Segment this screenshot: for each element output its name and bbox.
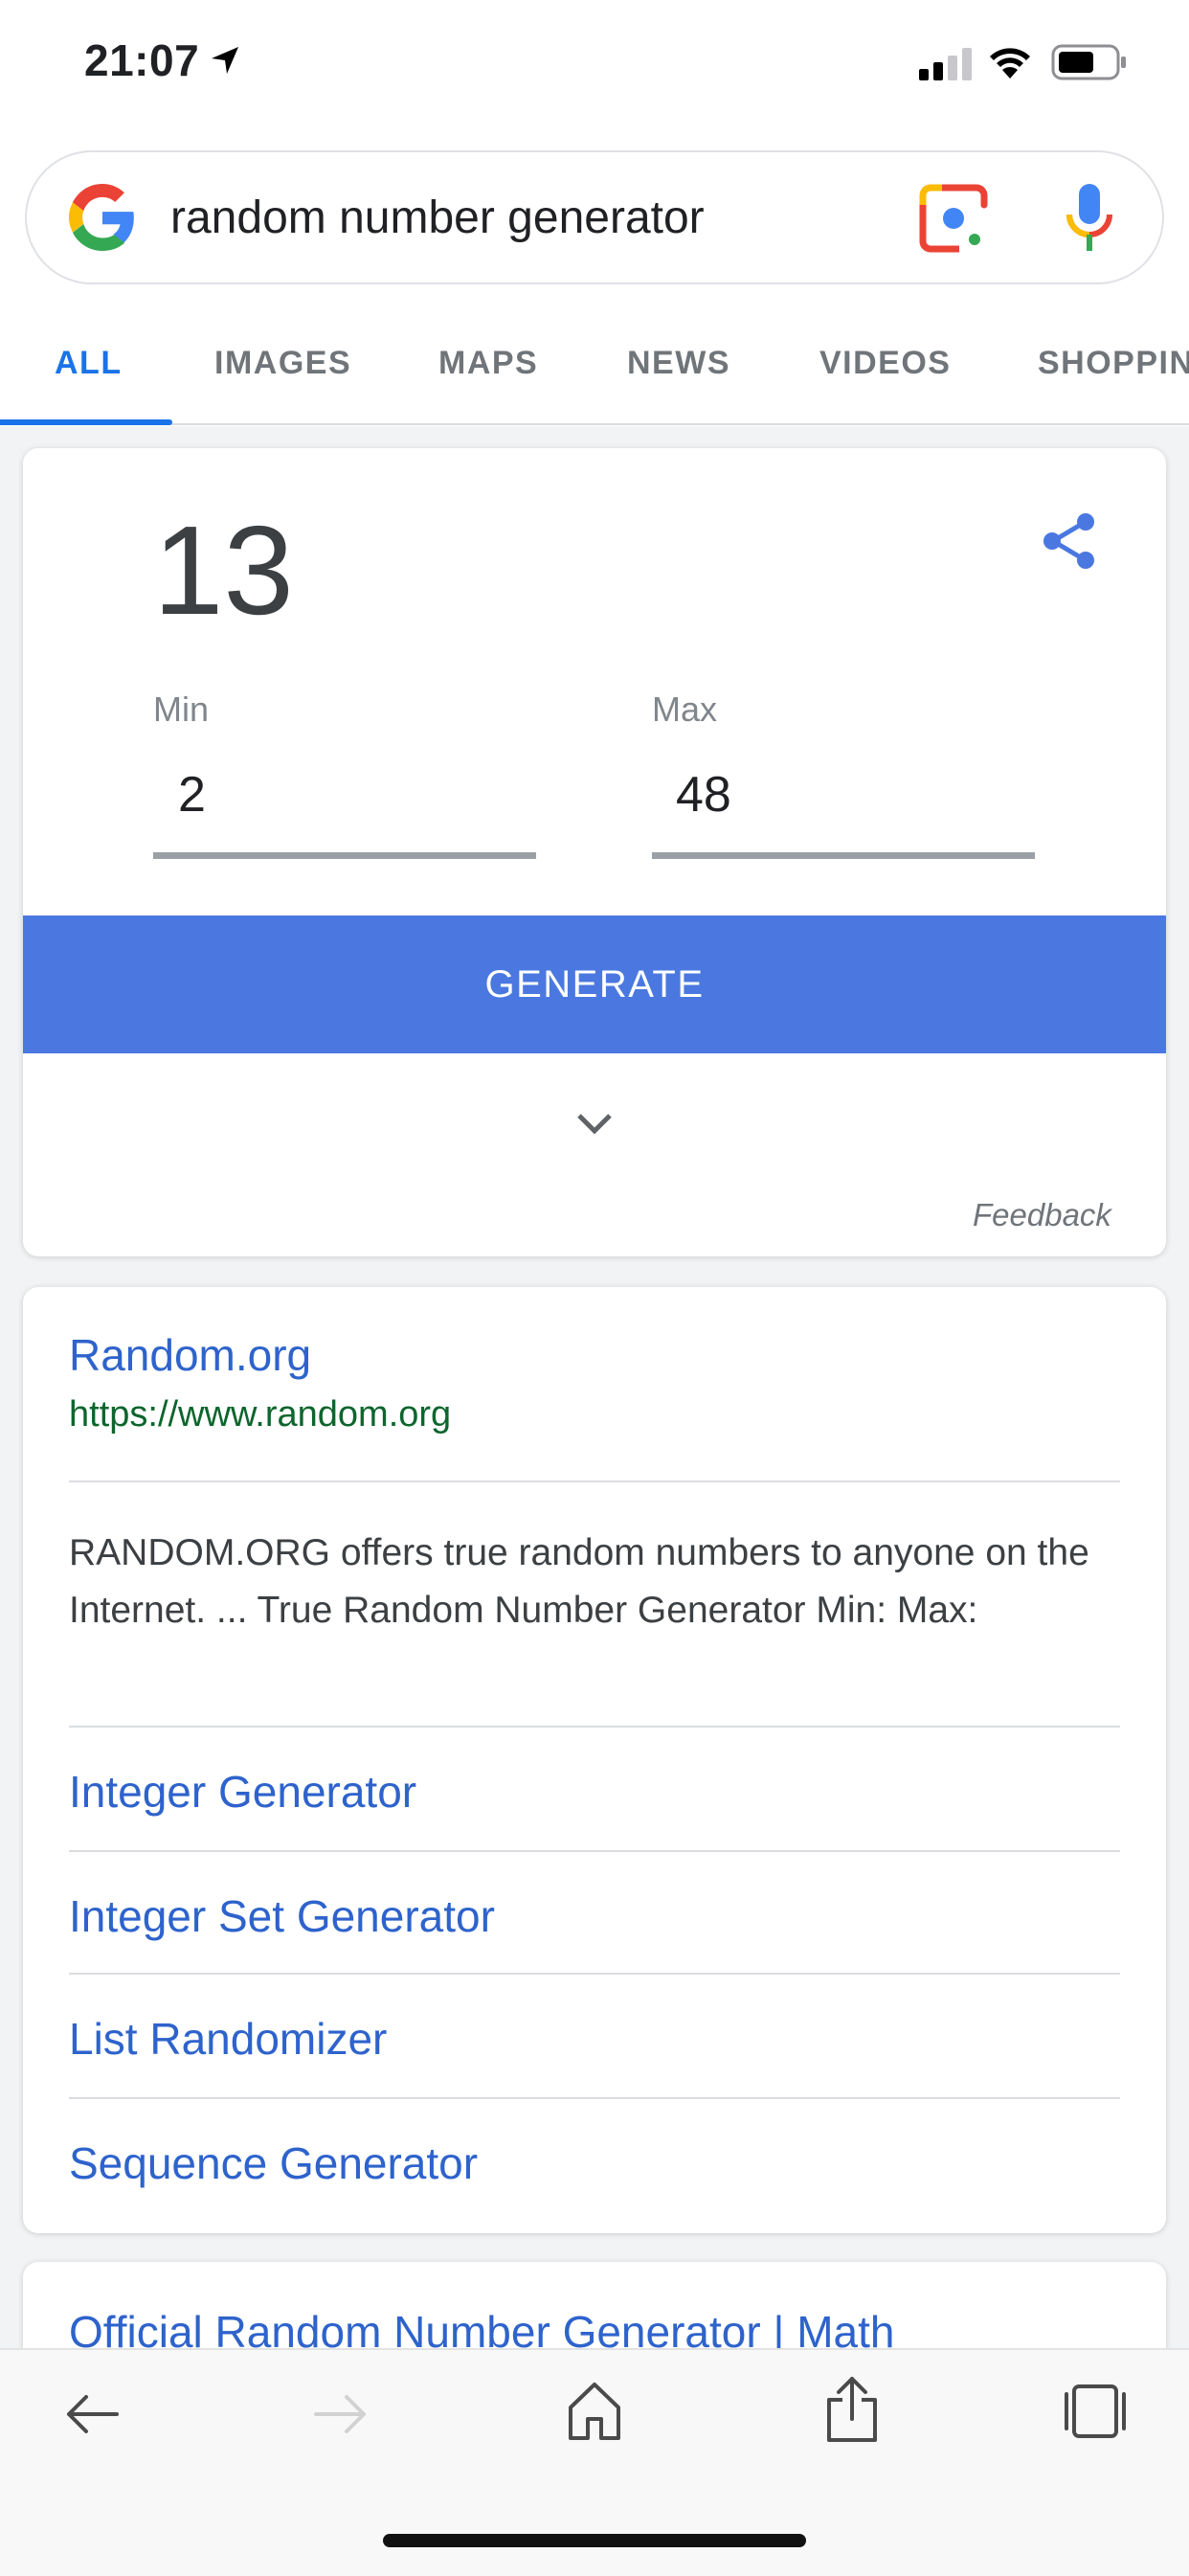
status-time: 21:07 [84, 35, 200, 85]
tab-maps[interactable]: MAPS [438, 345, 538, 382]
search-tabs: ALL IMAGES MAPS NEWS VIDEOS SHOPPIN [0, 330, 1189, 426]
google-logo-icon [69, 184, 134, 251]
location-arrow-icon [212, 47, 238, 74]
google-lens-icon[interactable] [917, 182, 990, 255]
min-input[interactable]: 2 [178, 766, 206, 824]
home-icon[interactable] [567, 2381, 622, 2442]
divider [69, 2097, 1120, 2099]
result-title-link[interactable]: Random.org [69, 1329, 311, 1381]
home-indicator [383, 2534, 806, 2547]
min-label: Min [153, 689, 210, 729]
battery-icon [1051, 44, 1126, 80]
active-tab-indicator [0, 419, 172, 425]
result-url[interactable]: https://www.random.org [69, 1394, 451, 1435]
divider [69, 1480, 1120, 1482]
wifi-icon [990, 48, 1030, 79]
max-input[interactable]: 48 [676, 766, 731, 824]
chevron-down-icon[interactable] [574, 1109, 615, 1138]
sitelink-integer-generator[interactable]: Integer Generator [69, 1766, 416, 1818]
tab-news[interactable]: NEWS [627, 345, 730, 382]
divider [69, 1850, 1120, 1852]
divider [69, 1726, 1120, 1728]
divider [69, 1973, 1120, 1975]
forward-arrow-icon[interactable] [312, 2390, 370, 2438]
tabs-icon[interactable] [1063, 2383, 1128, 2440]
cellular-signal-icon [919, 48, 972, 80]
share-icon[interactable] [1038, 509, 1101, 573]
microphone-icon[interactable] [1063, 180, 1116, 257]
tab-shopping[interactable]: SHOPPIN [1038, 345, 1189, 382]
tab-images[interactable]: IMAGES [214, 345, 351, 382]
max-input-underline [652, 852, 1035, 859]
sitelink-sequence-generator[interactable]: Sequence Generator [69, 2137, 478, 2189]
feedback-link[interactable]: Feedback [973, 1197, 1111, 1233]
sitelink-list-randomizer[interactable]: List Randomizer [69, 2013, 387, 2065]
tab-all[interactable]: ALL [55, 345, 123, 382]
max-label: Max [652, 689, 718, 729]
sitelink-integer-set-generator[interactable]: Integer Set Generator [69, 1890, 495, 1942]
generate-button[interactable]: GENERATE [23, 915, 1166, 1053]
min-input-underline [153, 852, 536, 859]
back-arrow-icon[interactable] [63, 2390, 121, 2438]
share-icon[interactable] [823, 2375, 881, 2444]
search-input[interactable]: random number generator [170, 192, 705, 244]
generated-number: 13 [153, 500, 294, 641]
result-snippet: RANDOM.ORG offers true random numbers to… [69, 1532, 1089, 1631]
tab-videos[interactable]: VIDEOS [819, 345, 951, 382]
tabs-divider [0, 423, 1189, 425]
